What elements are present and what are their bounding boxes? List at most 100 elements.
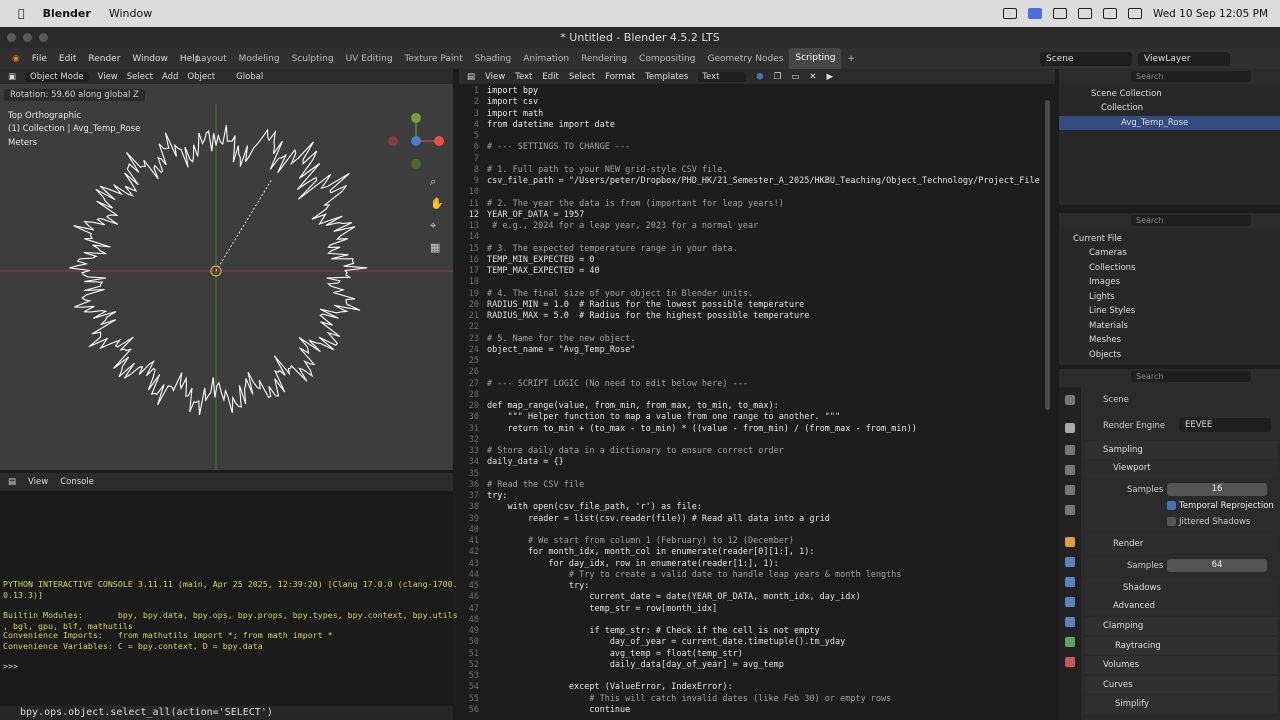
tab-texture-paint[interactable]: Texture Paint [399, 54, 469, 64]
3d-viewport[interactable]: ▣ Object Mode View Select Add Object Glo… [0, 69, 453, 470]
shadows-subpanel[interactable]: Shadows [1085, 579, 1277, 597]
code-line[interactable]: RADIUS_MIN = 1.0 # Radius for the lowest… [487, 300, 804, 310]
code-line[interactable]: for month_idx, month_col in enumerate(re… [487, 547, 815, 557]
code-line[interactable]: temp_str = row[month_idx] [487, 604, 717, 614]
close-window-button[interactable] [7, 33, 16, 42]
text-editor[interactable]: 1 import bpy 2 import csv 3 import math 4 from … [459, 84, 1055, 720]
code-line[interactable]: current_date = date(YEAR_OF_DATA, month_… [487, 592, 860, 602]
code-line[interactable]: # 2. The year the data is from (importan… [487, 199, 784, 209]
blender-logo-icon[interactable]: ◉ [12, 54, 20, 64]
current-file-row[interactable]: Current File [1059, 232, 1280, 246]
tab-rendering[interactable]: Rendering [575, 54, 633, 64]
menu-edit[interactable]: Edit [59, 54, 76, 64]
open-folder-icon[interactable]: ▭ [791, 72, 799, 82]
code-line[interactable]: avg_temp = float(temp_str) [487, 649, 743, 659]
code-line[interactable]: # Try to create a valid date to handle l… [487, 570, 902, 580]
code-line[interactable]: # e.g., 2024 for a leap year, 2023 for a… [487, 221, 758, 231]
tab-scripting[interactable]: Scripting [789, 48, 842, 69]
python-console[interactable]: ▤ View Console PYTHON INTERACTIVE CONSOL… [0, 473, 458, 705]
shield-icon[interactable]: ⬢ [756, 72, 763, 82]
tool-tab-icon[interactable] [1065, 395, 1075, 405]
screen-share-icon[interactable] [1027, 8, 1042, 19]
apple-icon[interactable]:  [18, 7, 25, 20]
outliner[interactable]: Search Scene Collection Collection Avg_T… [1059, 69, 1280, 205]
editor-menu-select[interactable]: Select [569, 72, 595, 82]
search-icon[interactable] [1127, 8, 1142, 19]
particles-tab-icon[interactable] [1065, 577, 1075, 587]
menu-render[interactable]: Render [88, 54, 120, 64]
code-line[interactable]: day_of_year = current_date.timetuple().t… [487, 637, 845, 647]
text-datablock-field[interactable]: Text [698, 71, 747, 82]
code-line[interactable]: # 4. The final size of your object in Bl… [487, 289, 753, 299]
object-row-avg-temp-rose[interactable]: Avg_Temp_Rose [1059, 116, 1280, 130]
code-line[interactable]: # 3. The expected temperature range in y… [487, 244, 738, 254]
zoom-window-button[interactable] [39, 33, 48, 42]
tab-uv-editing[interactable]: UV Editing [340, 54, 399, 64]
code-line[interactable]: with open(csv_file_path, 'r') as file: [487, 502, 701, 512]
jittered-shadows-checkbox[interactable] [1167, 517, 1176, 526]
output-tab-icon[interactable] [1065, 445, 1075, 455]
close-icon[interactable]: ✕ [809, 72, 816, 82]
code-line[interactable]: if temp_str: # Check if the cell is not … [487, 626, 819, 636]
curves-panel[interactable]: Curves [1085, 676, 1277, 694]
pan-hand-icon[interactable]: ✋ [430, 197, 444, 210]
run-script-icon[interactable]: ▶ [827, 72, 834, 82]
editor-scrollbar[interactable] [1045, 100, 1050, 410]
code-line[interactable]: daily_data[day_of_year] = avg_temp [487, 660, 784, 670]
tab-layout[interactable]: Layout [190, 54, 233, 64]
code-line[interactable]: object_name = "Avg_Temp_Rose" [487, 345, 635, 355]
console-editor-icon[interactable]: ▤ [8, 477, 16, 487]
viewlayer-field[interactable]: ViewLayer [1138, 51, 1230, 66]
raytracing-panel[interactable]: Raytracing [1085, 637, 1277, 655]
code-line[interactable]: """ Helper function to map a value from … [487, 412, 840, 422]
sampling-panel[interactable]: Sampling [1085, 441, 1277, 459]
tab-animation[interactable]: Animation [517, 54, 575, 64]
zoom-icon[interactable]: ⌕ [430, 175, 436, 188]
code-line[interactable]: # --- SCRIPT LOGIC (No need to edit belo… [487, 379, 748, 389]
scene-tab-icon[interactable] [1065, 485, 1075, 495]
world-tab-icon[interactable] [1065, 505, 1075, 515]
battery-icon[interactable] [1102, 8, 1117, 19]
console-menu-console[interactable]: Console [60, 477, 94, 487]
tab-sculpting[interactable]: Sculpting [286, 54, 340, 64]
window-menu[interactable]: Window [109, 7, 152, 20]
code-line[interactable]: # This will catch invalid dates (like Fe… [487, 694, 891, 704]
code-line[interactable]: # We start from column 1 (February) to 1… [487, 536, 794, 546]
outliner-search-input[interactable]: Search [1131, 71, 1251, 82]
code-line[interactable]: TEMP_MAX_EXPECTED = 40 [487, 266, 600, 276]
blend-item-lights[interactable]: Lights [1059, 290, 1280, 304]
viewport-samples-slider[interactable]: 16 [1167, 483, 1267, 496]
code-line[interactable]: import csv [487, 97, 538, 107]
minimize-window-button[interactable] [23, 33, 32, 42]
tab-geometry-nodes[interactable]: Geometry Nodes [701, 54, 789, 64]
editor-menu-templates[interactable]: Templates [645, 72, 688, 82]
code-line[interactable]: RADIUS_MAX = 5.0 # Radius for the highes… [487, 311, 809, 321]
console-prompt[interactable]: >>> [3, 661, 23, 671]
blend-item-objects[interactable]: Objects [1059, 348, 1280, 362]
physics-tab-icon[interactable] [1065, 597, 1075, 607]
advanced-subpanel[interactable]: Advanced [1085, 597, 1277, 615]
collection-row[interactable]: Collection [1059, 101, 1280, 115]
volumes-panel[interactable]: Volumes [1085, 656, 1277, 674]
editor-menu-text[interactable]: Text [515, 72, 532, 82]
scene-field[interactable]: Scene [1040, 51, 1132, 66]
text-editor-icon[interactable]: ▤ [467, 72, 475, 82]
code-line[interactable]: except (ValueError, IndexError): [487, 682, 733, 692]
code-line[interactable]: # Read the CSV file [487, 480, 584, 490]
code-line[interactable]: # Store daily data in a dictionary to en… [487, 446, 784, 456]
props-search-input[interactable]: Search [1131, 371, 1251, 382]
code-line[interactable]: try: [487, 581, 589, 591]
clock[interactable]: Wed 10 Sep 12:05 PM [1153, 8, 1268, 20]
tab-compositing[interactable]: Compositing [633, 54, 701, 64]
code-line[interactable]: import math [487, 109, 543, 119]
render-engine-dropdown[interactable]: EEVEE [1179, 418, 1271, 432]
code-line[interactable]: YEAR_OF_DATA = 1957 [487, 210, 584, 220]
tab-modeling[interactable]: Modeling [233, 54, 286, 64]
object-tab-icon[interactable] [1065, 537, 1075, 547]
code-line[interactable]: continue [487, 705, 630, 715]
code-line[interactable]: return to_min + (to_max - to_min) * ((va… [487, 424, 916, 434]
data-tab-icon[interactable] [1065, 637, 1075, 647]
navigation-gizmo[interactable] [388, 113, 444, 169]
editor-menu-view[interactable]: View [485, 72, 505, 82]
app-menu[interactable]: Blender [43, 7, 91, 20]
